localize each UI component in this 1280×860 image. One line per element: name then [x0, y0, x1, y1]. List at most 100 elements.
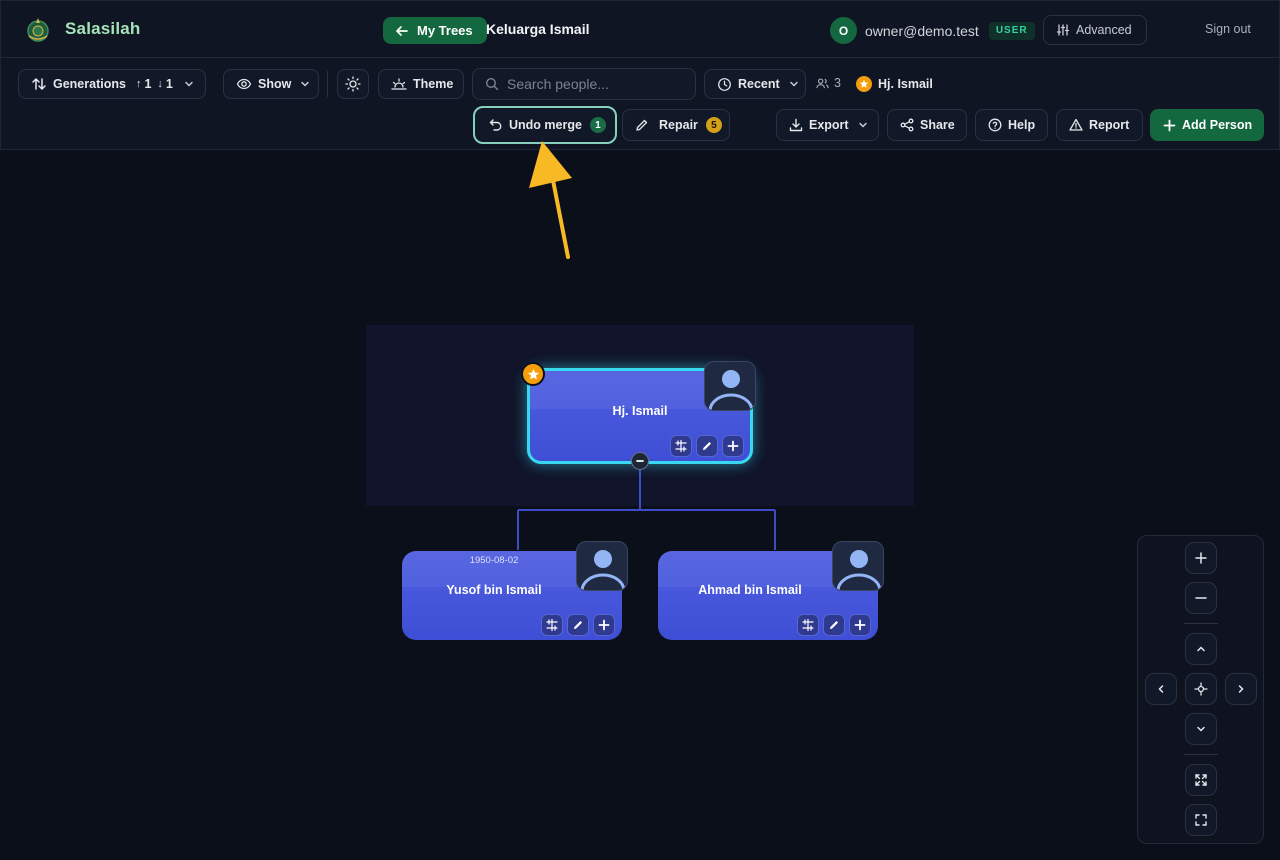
person-name: Yusof bin Ismail	[446, 583, 542, 597]
plus-icon	[1195, 552, 1207, 564]
plus-icon	[598, 619, 610, 631]
users-icon	[816, 77, 829, 88]
focus-person[interactable]: Hj. Ismail	[856, 76, 933, 92]
tree-name: Keluarga Ismail	[486, 21, 590, 37]
avatar: O	[830, 17, 857, 44]
arrow-up-icon: ↑	[135, 78, 142, 90]
repair-label: Repair	[659, 118, 698, 132]
brightness-button[interactable]	[337, 69, 369, 99]
report-button[interactable]: Report	[1056, 109, 1143, 141]
person-placeholder-icon	[580, 550, 626, 590]
add-person-button[interactable]: Add Person	[1150, 109, 1264, 141]
chevron-up-icon	[1197, 646, 1205, 652]
fullscreen-button[interactable]	[1185, 804, 1217, 836]
generations-up-value: 1	[144, 77, 152, 91]
download-icon	[789, 118, 803, 132]
user-email: owner@demo.test	[865, 22, 979, 39]
fit-icon	[1195, 774, 1207, 786]
zoom-out-button[interactable]	[1185, 582, 1217, 614]
pencil-icon	[703, 442, 711, 450]
minus-icon	[636, 460, 644, 462]
logo-icon	[27, 18, 49, 42]
brand[interactable]: Salasilah	[23, 14, 141, 44]
share-button[interactable]: Share	[887, 109, 967, 141]
generations-down-value: 1	[165, 77, 173, 91]
swap-vertical-icon	[32, 78, 46, 90]
recent-label: Recent	[738, 77, 780, 91]
share-label: Share	[920, 118, 955, 132]
undo-icon	[489, 119, 502, 131]
pan-up-button[interactable]	[1185, 633, 1217, 665]
chevron-down-icon	[185, 81, 193, 87]
chevron-down-icon	[301, 81, 310, 87]
merge-icon	[546, 618, 558, 632]
person-placeholder-icon	[708, 370, 754, 410]
theme-label: Theme	[413, 77, 454, 91]
edit-button[interactable]	[567, 614, 589, 636]
merge-icon	[675, 439, 687, 453]
repair-button[interactable]: Repair 5	[622, 109, 730, 141]
pencil-icon	[574, 621, 582, 629]
person-name: Ahmad bin Ismail	[698, 583, 802, 597]
chevron-down-icon	[1197, 726, 1205, 732]
merge-icon	[802, 618, 814, 632]
collapse-button[interactable]	[631, 452, 649, 470]
person-photo	[576, 541, 628, 591]
fit-view-button[interactable]	[1185, 764, 1217, 796]
birth-date: 1950-08-02	[469, 555, 519, 566]
top-bar: Salasilah My Trees Keluarga Ismail O own…	[0, 0, 1280, 58]
advanced-label: Advanced	[1076, 23, 1132, 37]
generations-button[interactable]: Generations ↑ 1 ↓ 1	[18, 69, 206, 99]
chevron-right-icon	[1238, 685, 1244, 693]
help-circle-icon	[988, 118, 1002, 132]
star-icon	[856, 76, 872, 92]
pencil-icon	[636, 119, 648, 131]
add-relative-button[interactable]	[849, 614, 871, 636]
pan-right-button[interactable]	[1225, 673, 1257, 705]
toolbar: Generations ↑ 1 ↓ 1 Show Theme Search pe…	[0, 58, 1280, 150]
brand-name: Salasilah	[65, 19, 141, 38]
repair-count: 5	[705, 117, 722, 133]
user-menu[interactable]: O owner@demo.test USER	[830, 17, 1035, 44]
tree-connectors	[517, 462, 776, 550]
show-label: Show	[258, 77, 292, 91]
merge-button[interactable]	[797, 614, 819, 636]
search-field[interactable]: Search people...	[472, 68, 696, 100]
undo-merge-button[interactable]: Undo merge 1	[473, 106, 617, 144]
person-photo	[832, 541, 884, 591]
merge-button[interactable]	[541, 614, 563, 636]
my-trees-button[interactable]: My Trees	[383, 17, 487, 44]
sign-out-link[interactable]: Sign out	[1205, 22, 1251, 36]
my-trees-label: My Trees	[417, 23, 473, 38]
pan-down-button[interactable]	[1185, 713, 1217, 745]
pan-left-button[interactable]	[1145, 673, 1177, 705]
show-button[interactable]: Show	[223, 69, 319, 99]
toolbar-divider	[327, 71, 328, 97]
export-button[interactable]: Export	[776, 109, 879, 141]
add-relative-button[interactable]	[722, 435, 744, 457]
arrow-left-icon	[396, 25, 408, 36]
recent-button[interactable]: Recent	[704, 69, 806, 99]
minus-icon	[1195, 597, 1207, 599]
pencil-icon	[830, 621, 838, 629]
starred-icon	[521, 362, 545, 386]
plus-icon	[1163, 119, 1176, 131]
tree-canvas[interactable]: Hj. Ismail 1950-08-02 Yusof bin Ismail A…	[0, 150, 1280, 860]
fullscreen-icon	[1195, 814, 1207, 826]
edit-button[interactable]	[823, 614, 845, 636]
help-button[interactable]: Help	[975, 109, 1048, 141]
sliders-icon	[1056, 24, 1070, 36]
theme-button[interactable]: Theme	[378, 69, 464, 99]
zoom-in-button[interactable]	[1185, 542, 1217, 574]
advanced-button[interactable]: Advanced	[1043, 15, 1147, 45]
search-icon	[485, 77, 499, 91]
edit-button[interactable]	[696, 435, 718, 457]
plus-icon	[854, 619, 866, 631]
clock-icon	[718, 77, 731, 91]
center-view-button[interactable]	[1185, 673, 1217, 705]
role-badge: USER	[988, 21, 1035, 40]
card-actions	[541, 614, 615, 636]
search-input[interactable]: Search people...	[507, 76, 609, 92]
add-relative-button[interactable]	[593, 614, 615, 636]
merge-button[interactable]	[670, 435, 692, 457]
